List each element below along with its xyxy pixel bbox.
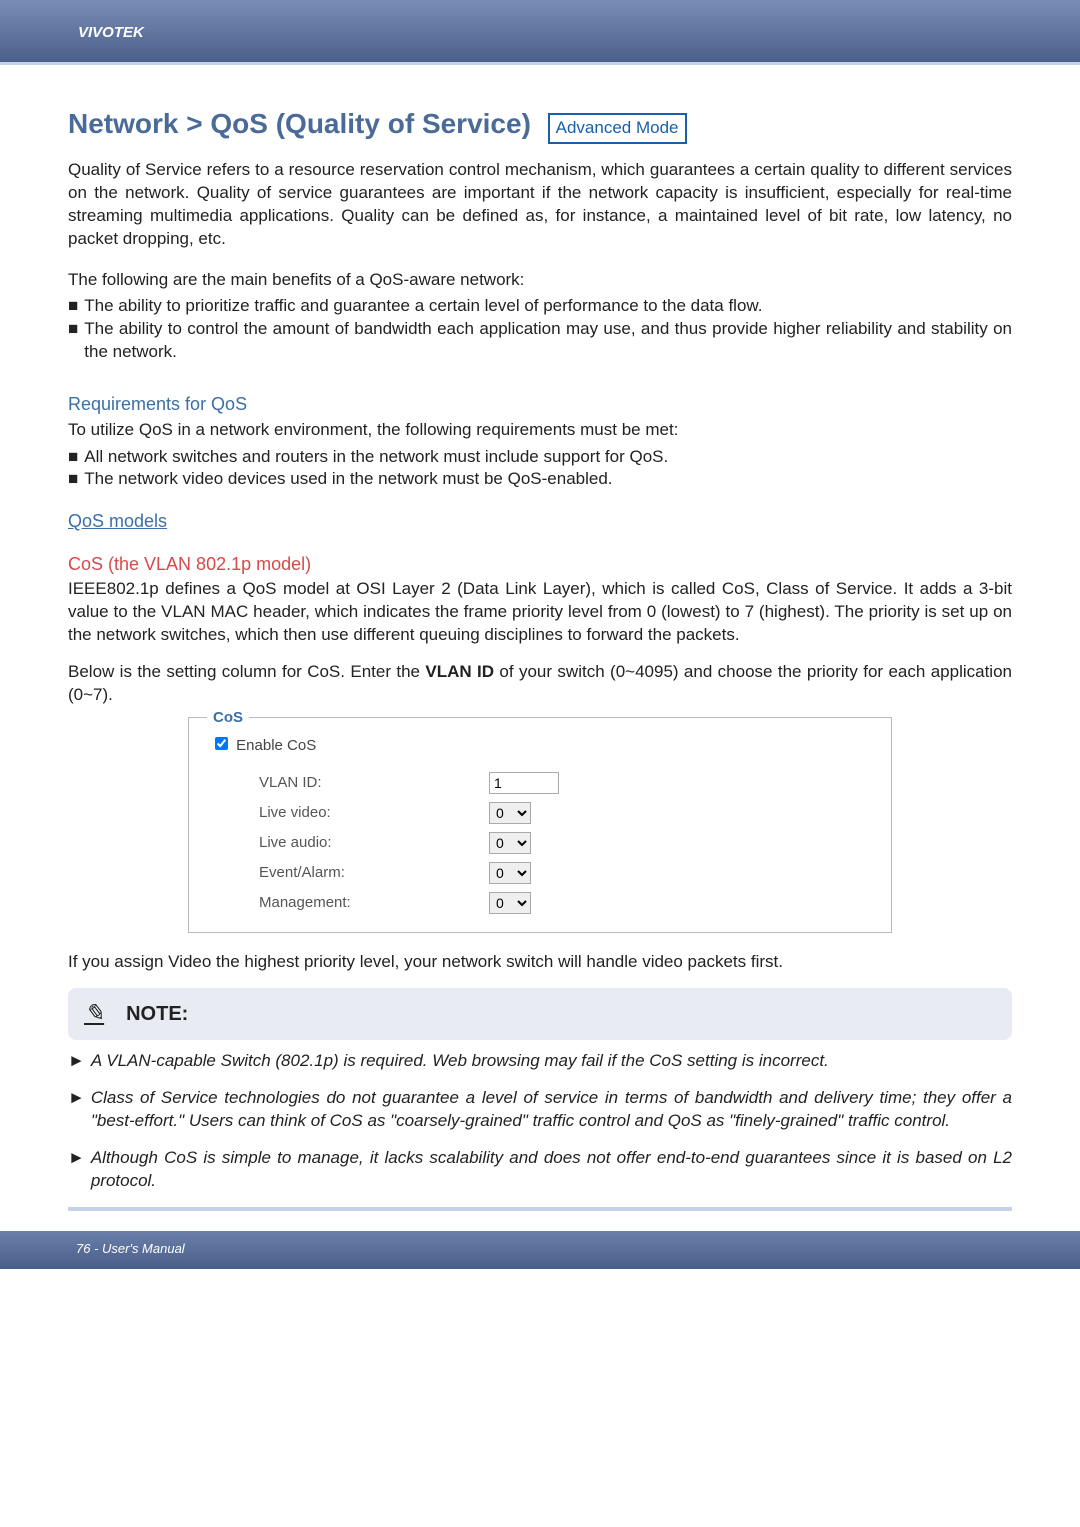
cos-legend: CoS xyxy=(207,708,249,728)
benefits-lead: The following are the main benefits of a… xyxy=(68,269,1012,292)
benefit-bullet: ■ The ability to prioritize traffic and … xyxy=(68,295,1012,318)
pencil-icon: ✎ xyxy=(84,998,104,1030)
bullet-square-icon: ■ xyxy=(68,468,78,491)
note-item: ► A VLAN-capable Switch (802.1p) is requ… xyxy=(68,1050,1012,1073)
benefit-text: The ability to control the amount of ban… xyxy=(84,318,1012,364)
footer-text: 76 - User's Manual xyxy=(76,1241,185,1256)
arrow-right-icon: ► xyxy=(68,1087,85,1133)
event-alarm-label: Event/Alarm: xyxy=(259,863,489,883)
requirements-heading: Requirements for QoS xyxy=(68,392,1012,416)
management-label: Management: xyxy=(259,893,489,913)
requirement-text: The network video devices used in the ne… xyxy=(84,468,612,491)
header-brand: VIVOTEK xyxy=(78,24,144,41)
event-alarm-select[interactable]: 0 xyxy=(489,862,531,884)
note-text: Class of Service technologies do not gua… xyxy=(91,1087,1012,1133)
enable-cos-checkbox[interactable] xyxy=(215,737,228,750)
content-area: Network > QoS (Quality of Service) Advan… xyxy=(0,65,1080,1231)
live-video-select[interactable]: 0 xyxy=(489,802,531,824)
cos-fieldset: CoS Enable CoS VLAN ID: Live video: 0 Li… xyxy=(188,717,892,933)
vlan-id-row: VLAN ID: xyxy=(215,768,865,798)
note-item: ► Class of Service technologies do not g… xyxy=(68,1087,1012,1133)
arrow-right-icon: ► xyxy=(68,1050,85,1073)
header-bar: VIVOTEK xyxy=(0,0,1080,62)
event-alarm-row: Event/Alarm: 0 xyxy=(215,858,865,888)
vlan-id-input[interactable] xyxy=(489,772,559,794)
management-row: Management: 0 xyxy=(215,888,865,918)
arrow-right-icon: ► xyxy=(68,1147,85,1193)
requirement-text: All network switches and routers in the … xyxy=(84,446,668,469)
page-title: Network > QoS (Quality of Service) xyxy=(68,105,531,143)
vlan-id-label: VLAN ID: xyxy=(259,773,489,793)
benefit-bullet: ■ The ability to control the amount of b… xyxy=(68,318,1012,364)
live-audio-label: Live audio: xyxy=(259,833,489,853)
live-video-label: Live video: xyxy=(259,803,489,823)
live-video-row: Live video: 0 xyxy=(215,798,865,828)
note-title: NOTE: xyxy=(126,1001,188,1028)
note-divider xyxy=(68,1207,1012,1211)
requirement-bullet: ■ All network switches and routers in th… xyxy=(68,446,1012,469)
advanced-mode-badge: Advanced Mode xyxy=(548,113,687,144)
bullet-square-icon: ■ xyxy=(68,446,78,469)
note-text: Although CoS is simple to manage, it lac… xyxy=(91,1147,1012,1193)
requirement-bullet: ■ The network video devices used in the … xyxy=(68,468,1012,491)
cos-paragraph-2: Below is the setting column for CoS. Ent… xyxy=(68,661,1012,707)
cos-heading: CoS (the VLAN 802.1p model) xyxy=(68,552,1012,576)
enable-cos-row: Enable CoS xyxy=(215,736,865,756)
benefit-text: The ability to prioritize traffic and gu… xyxy=(84,295,762,318)
after-box-text: If you assign Video the highest priority… xyxy=(68,951,1012,974)
footer-bar: 76 - User's Manual xyxy=(0,1231,1080,1269)
live-audio-select[interactable]: 0 xyxy=(489,832,531,854)
intro-paragraph: Quality of Service refers to a resource … xyxy=(68,159,1012,251)
bullet-square-icon: ■ xyxy=(68,318,78,364)
management-select[interactable]: 0 xyxy=(489,892,531,914)
requirements-lead: To utilize QoS in a network environment,… xyxy=(68,419,1012,442)
qos-models-heading: QoS models xyxy=(68,509,1012,533)
live-audio-row: Live audio: 0 xyxy=(215,828,865,858)
note-text: A VLAN-capable Switch (802.1p) is requir… xyxy=(91,1050,829,1073)
enable-cos-label: Enable CoS xyxy=(236,737,316,754)
note-bar: ✎ NOTE: xyxy=(68,988,1012,1040)
bullet-square-icon: ■ xyxy=(68,295,78,318)
cos-paragraph-1: IEEE802.1p defines a QoS model at OSI La… xyxy=(68,578,1012,647)
note-item: ► Although CoS is simple to manage, it l… xyxy=(68,1147,1012,1193)
